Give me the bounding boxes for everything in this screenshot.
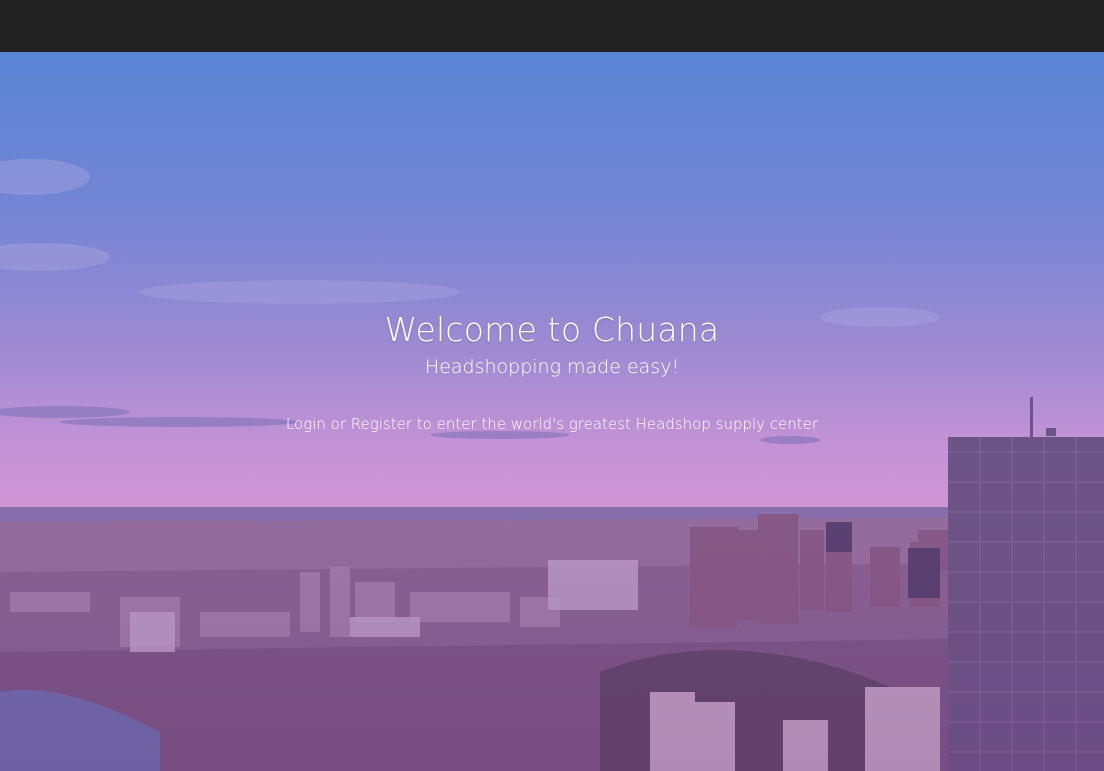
login-link[interactable]: Login bbox=[286, 415, 326, 433]
message-or-text: or bbox=[325, 415, 351, 433]
page-title: Welcome to Chuana bbox=[384, 310, 720, 349]
register-link[interactable]: Register bbox=[351, 415, 412, 433]
login-register-message: Login or Register to enter the world's g… bbox=[0, 415, 1104, 433]
hero-content: Welcome to Chuana Headshopping made easy… bbox=[0, 52, 1104, 771]
message-rest-text: to enter the world's greatest Headshop s… bbox=[412, 415, 819, 433]
top-navbar bbox=[0, 0, 1104, 52]
page-subtitle: Headshopping made easy! bbox=[424, 356, 680, 378]
